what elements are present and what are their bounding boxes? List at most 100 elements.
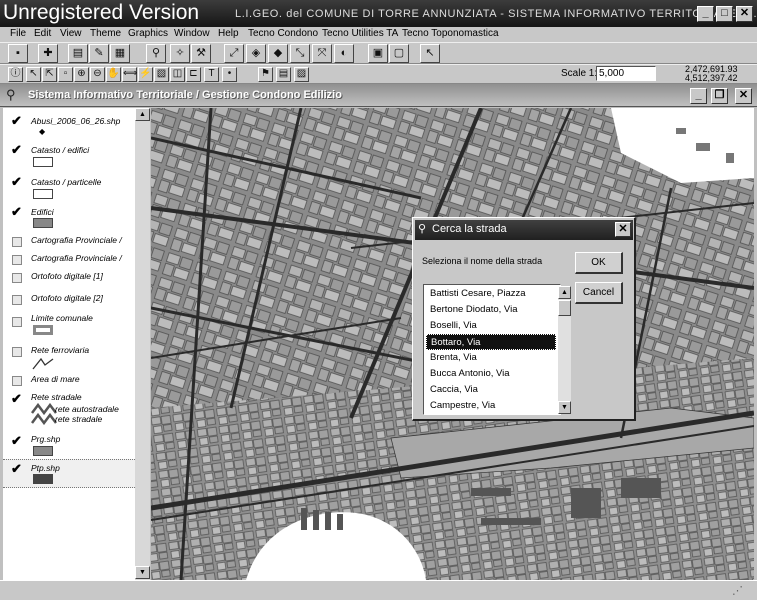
layer-rete-stradale[interactable]: ✔ Rete stradale rete autostradale rete s… [3, 390, 135, 430]
pointer-icon[interactable]: ↖ [26, 67, 41, 82]
menu-graphics[interactable]: Graphics [128, 28, 168, 39]
view-restore-button[interactable]: ❐ [711, 88, 728, 104]
zoom-out-extent-icon[interactable]: ⤧ [312, 44, 332, 63]
layer-checkbox[interactable] [12, 273, 22, 283]
list-item[interactable]: Boselli, Via [426, 318, 556, 334]
query-icon[interactable]: ✧ [170, 44, 190, 63]
view-close-button[interactable]: ✕ [735, 88, 752, 104]
menu-view[interactable]: View [60, 28, 82, 39]
layer-edifici[interactable]: ✔ Edifici [3, 202, 135, 230]
layer-ortofoto-1[interactable]: Ortofoto digitale [1] [3, 268, 135, 288]
label-icon[interactable]: ◫ [170, 67, 185, 82]
help-cursor-icon[interactable]: ↖ [420, 44, 440, 63]
table-icon[interactable]: ▦ [110, 44, 130, 63]
select-box-icon[interactable]: ▣ [368, 44, 388, 63]
identify-icon[interactable]: ⓘ [8, 67, 23, 82]
ok-button[interactable]: OK [575, 252, 623, 274]
view-minimize-button[interactable]: _ [690, 88, 707, 104]
list-item[interactable]: Bucca Antonio, Via [426, 366, 556, 382]
add-theme-icon[interactable]: ✚ [38, 44, 58, 63]
text-tool-icon[interactable]: T [204, 67, 219, 82]
layer-name: Catasto / edifici [31, 145, 90, 155]
list-item[interactable]: Battisti Cesare, Piazza [426, 286, 556, 302]
toc-scrollbar[interactable]: ▲ ▼ [135, 108, 150, 580]
zoom-in-extent-icon[interactable]: ⤡ [290, 44, 310, 63]
zoom-selected-icon[interactable]: ◆ [268, 44, 288, 63]
binoculars-icon[interactable]: ⚲ [146, 44, 166, 63]
pan-icon[interactable]: ✋ [106, 67, 121, 82]
zoom-theme-icon[interactable]: ◈ [246, 44, 266, 63]
list-scrollbar[interactable]: ▲ ▼ [558, 286, 571, 414]
dialog-close-button[interactable]: ✕ [615, 222, 631, 237]
layer-catasto-edifici[interactable]: ✔ Catasto / edifici [3, 140, 135, 170]
layer-checkbox[interactable]: ✔ [11, 392, 22, 405]
layer-checkbox[interactable]: ✔ [11, 143, 22, 156]
edit-legend-icon[interactable]: ✎ [89, 44, 109, 63]
layer-checkbox[interactable] [12, 295, 22, 305]
layer-area-di-mare[interactable]: Area di mare [3, 372, 135, 390]
layer-limite-comunale[interactable]: Limite comunale [3, 312, 135, 340]
layer-catasto-particelle[interactable]: ✔ Catasto / particelle [3, 172, 135, 202]
scroll-down-arrow[interactable]: ▼ [558, 401, 571, 414]
scroll-thumb[interactable] [558, 300, 571, 316]
scroll-up-arrow[interactable]: ▲ [558, 286, 571, 299]
layer-checkbox[interactable] [12, 237, 22, 247]
menu-file[interactable]: File [10, 28, 26, 39]
layer-prg[interactable]: ✔ Prg.shp [3, 430, 135, 460]
layer-checkbox[interactable]: ✔ [11, 205, 22, 218]
draw-point-icon[interactable]: • [222, 67, 237, 82]
hyperlink-icon[interactable]: ⚑ [258, 67, 273, 82]
hammer-icon[interactable]: ⚒ [191, 44, 211, 63]
zoom-out-icon[interactable]: ⊖ [90, 67, 105, 82]
layer-ortofoto-2[interactable]: Ortofoto digitale [2] [3, 290, 135, 310]
select-feature-icon[interactable]: ▫ [58, 67, 73, 82]
layer-checkbox[interactable]: ✔ [11, 434, 22, 447]
list-item[interactable]: Campestre, Via [426, 398, 556, 414]
close-button[interactable]: ✕ [736, 6, 753, 22]
hotlink-icon[interactable]: ⚡ [138, 67, 153, 82]
zoom-in-icon[interactable]: ⊕ [74, 67, 89, 82]
layer-checkbox[interactable] [12, 255, 22, 265]
print-icon[interactable]: ▨ [294, 67, 309, 82]
menu-edit[interactable]: Edit [34, 28, 51, 39]
menu-tecno-utilities[interactable]: Tecno Utilities TA [322, 28, 398, 39]
menu-theme[interactable]: Theme [90, 28, 121, 39]
scroll-down-arrow[interactable]: ▼ [135, 566, 150, 579]
menu-tecno-condono[interactable]: Tecno Condono [248, 28, 318, 39]
layer-ptp[interactable]: ✔ Ptp.shp [3, 459, 135, 488]
vertex-edit-icon[interactable]: ⇱ [42, 67, 57, 82]
cancel-button[interactable]: Cancel [575, 282, 623, 304]
layer-abusi[interactable]: ✔ Abusi_2006_06_26.shp ◆ [3, 112, 135, 138]
theme-properties-icon[interactable]: ▤ [68, 44, 88, 63]
scale-label: Scale 1: [561, 68, 598, 79]
layer-rete-ferroviaria[interactable]: Rete ferroviaria [3, 342, 135, 374]
menu-window[interactable]: Window [174, 28, 210, 39]
layer-checkbox[interactable]: ✔ [11, 114, 22, 127]
clear-select-icon[interactable]: ▢ [389, 44, 409, 63]
layer-checkbox[interactable]: ✔ [11, 175, 22, 188]
callout-icon[interactable]: ⊏ [186, 67, 201, 82]
measure-icon[interactable]: ⟺ [122, 67, 137, 82]
layer-checkbox[interactable] [12, 376, 22, 386]
street-listbox[interactable]: Battisti Cesare, Piazza Bertone Diodato,… [423, 284, 571, 415]
list-item[interactable]: Bertone Diodato, Via [426, 302, 556, 318]
save-icon[interactable]: ▪ [8, 44, 28, 63]
layer-cartografia-2[interactable]: Cartografia Provinciale / [3, 250, 135, 270]
minimize-button[interactable]: _ [697, 6, 714, 22]
list-item-selected[interactable]: Bottaro, Via [426, 334, 556, 350]
list-item[interactable]: Brenta, Via [426, 350, 556, 366]
scale-input[interactable]: 5,000 [596, 66, 656, 81]
maximize-button[interactable]: □ [716, 6, 733, 22]
layer-checkbox[interactable] [12, 317, 22, 327]
menu-tecno-toponomastica[interactable]: Tecno Toponomastica [402, 28, 499, 39]
layer-checkbox[interactable] [12, 347, 22, 357]
zoom-previous-icon[interactable]: ◐ [334, 44, 354, 63]
menu-help[interactable]: Help [218, 28, 239, 39]
report-icon[interactable]: ▤ [276, 67, 291, 82]
layer-cartografia-1[interactable]: Cartografia Provinciale / [3, 232, 135, 252]
area-of-interest-icon[interactable]: ▧ [154, 67, 169, 82]
layer-checkbox[interactable]: ✔ [11, 462, 22, 475]
list-item[interactable]: Caccia, Via [426, 382, 556, 398]
zoom-full-icon[interactable]: ⤢ [224, 44, 244, 63]
scroll-up-arrow[interactable]: ▲ [135, 108, 150, 121]
